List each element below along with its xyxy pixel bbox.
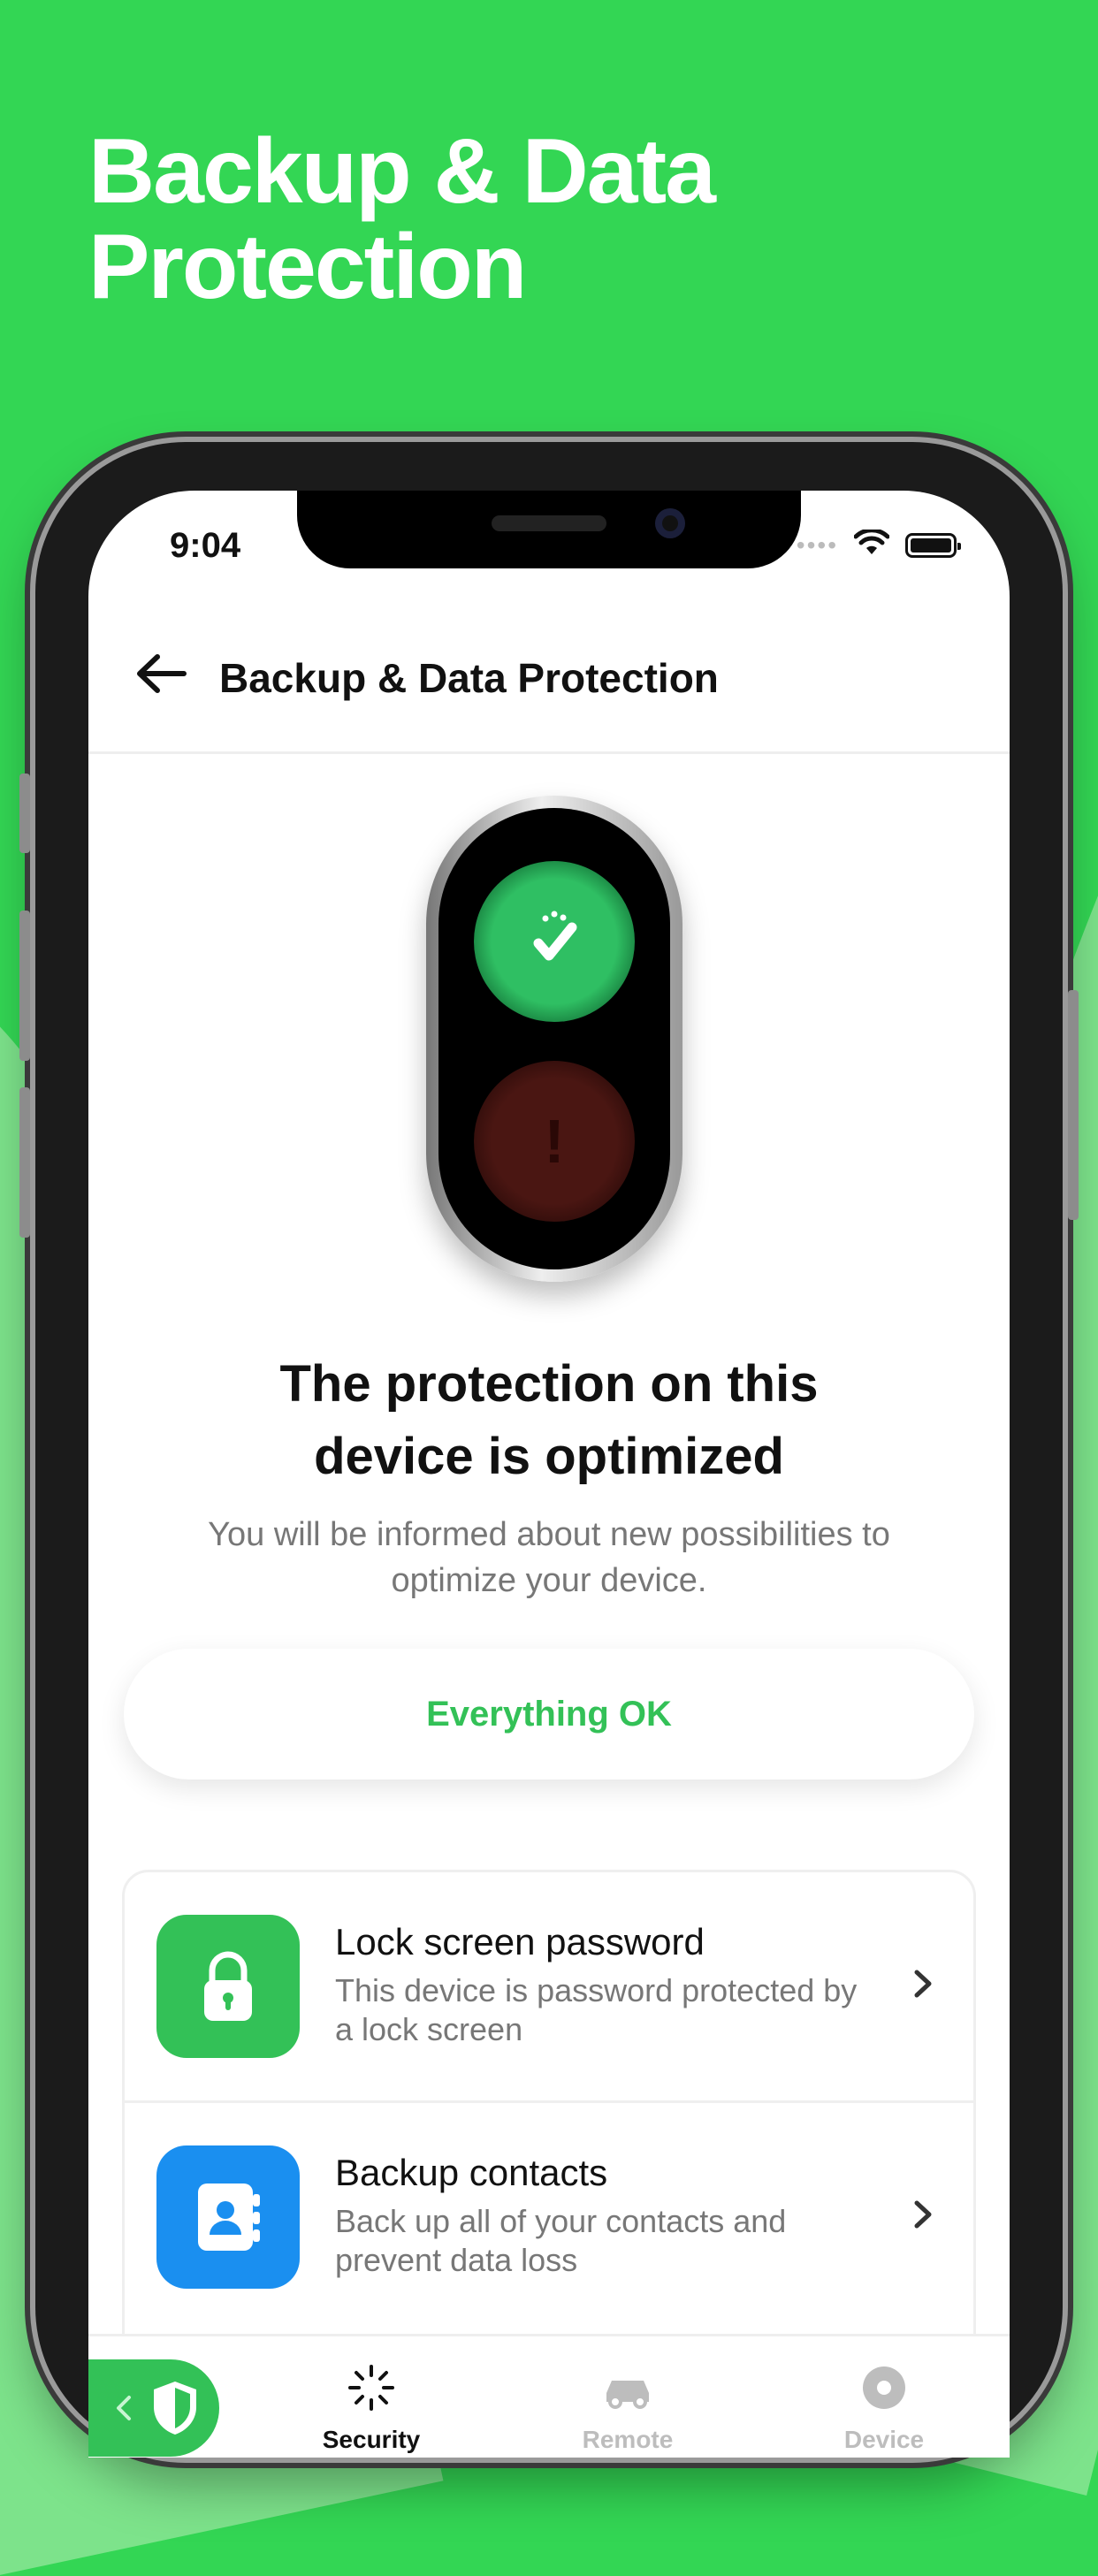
page-title: Backup & Data Protection xyxy=(219,655,719,701)
tap-hand-icon xyxy=(533,911,577,961)
status-headline: The protection on this device is optimiz… xyxy=(279,1355,819,1485)
tab-remote[interactable]: Remote xyxy=(553,2363,703,2454)
status-time: 9:04 xyxy=(170,526,241,565)
phone-screen: 9:04 •••• Backup & Data Protection ! The… xyxy=(88,491,1010,2458)
speaker-grille xyxy=(492,515,606,531)
protection-items-list: Lock screen password This device is pass… xyxy=(122,1870,976,2405)
banner-title-line1: Backup & Data xyxy=(88,120,716,223)
traffic-light-illustration: ! xyxy=(426,796,682,1282)
list-item-backup-contacts[interactable]: Backup contacts Back up all of your cont… xyxy=(125,2100,973,2331)
notch xyxy=(297,491,801,568)
lock-icon xyxy=(156,1915,300,2058)
car-icon xyxy=(606,2381,649,2409)
chevron-right-icon xyxy=(914,1970,932,1998)
tab-label: Device xyxy=(843,2426,925,2453)
list-item-description: Back up all of your contacts and prevent… xyxy=(335,2203,787,2278)
banner-title: Backup & Data Protection xyxy=(88,124,884,315)
tab-bar: Security Remote Device xyxy=(88,2334,1010,2458)
tab-label: Remote xyxy=(582,2426,674,2453)
list-item-lock-screen[interactable]: Lock screen password This device is pass… xyxy=(125,1872,973,2100)
list-item-description: This device is password protected by a l… xyxy=(335,1972,858,2047)
tab-device[interactable]: Device xyxy=(809,2363,959,2454)
status-indicators: •••• xyxy=(796,528,961,560)
battery-icon xyxy=(905,532,961,558)
shield-icon xyxy=(154,2382,196,2435)
chevron-left-icon xyxy=(117,2396,131,2420)
device-icon xyxy=(863,2366,905,2409)
power-button xyxy=(1068,990,1079,1220)
red-light: ! xyxy=(474,1061,635,1222)
cellular-signal-icon: •••• xyxy=(796,530,838,559)
volume-down-button xyxy=(19,1087,30,1238)
tab-label: Security xyxy=(322,2426,421,2453)
everything-ok-button[interactable]: Everything OK xyxy=(124,1649,974,1780)
list-item-title: Lock screen password xyxy=(335,1921,705,1962)
navigation-bar: Backup & Data Protection xyxy=(88,610,1010,754)
phone-frame: 9:04 •••• Backup & Data Protection ! The… xyxy=(19,442,1079,2458)
green-light xyxy=(474,861,635,1022)
list-item-title: Backup contacts xyxy=(335,2152,608,2193)
status-description: You will be informed about new possibili… xyxy=(208,1516,890,1599)
banner-title-line2: Protection xyxy=(88,216,527,318)
spinner-icon xyxy=(348,2365,394,2411)
front-camera xyxy=(655,508,685,538)
chevron-right-icon xyxy=(914,2200,932,2229)
arrow-left-icon xyxy=(137,654,187,693)
mute-switch xyxy=(19,774,30,853)
exclamation-icon: ! xyxy=(544,1107,565,1176)
back-button[interactable] xyxy=(131,644,191,704)
security-shield-button[interactable] xyxy=(88,2359,219,2457)
wifi-icon xyxy=(853,528,890,560)
contacts-icon xyxy=(156,2145,300,2289)
tab-security[interactable]: Security xyxy=(296,2363,446,2454)
volume-up-button xyxy=(19,911,30,1061)
